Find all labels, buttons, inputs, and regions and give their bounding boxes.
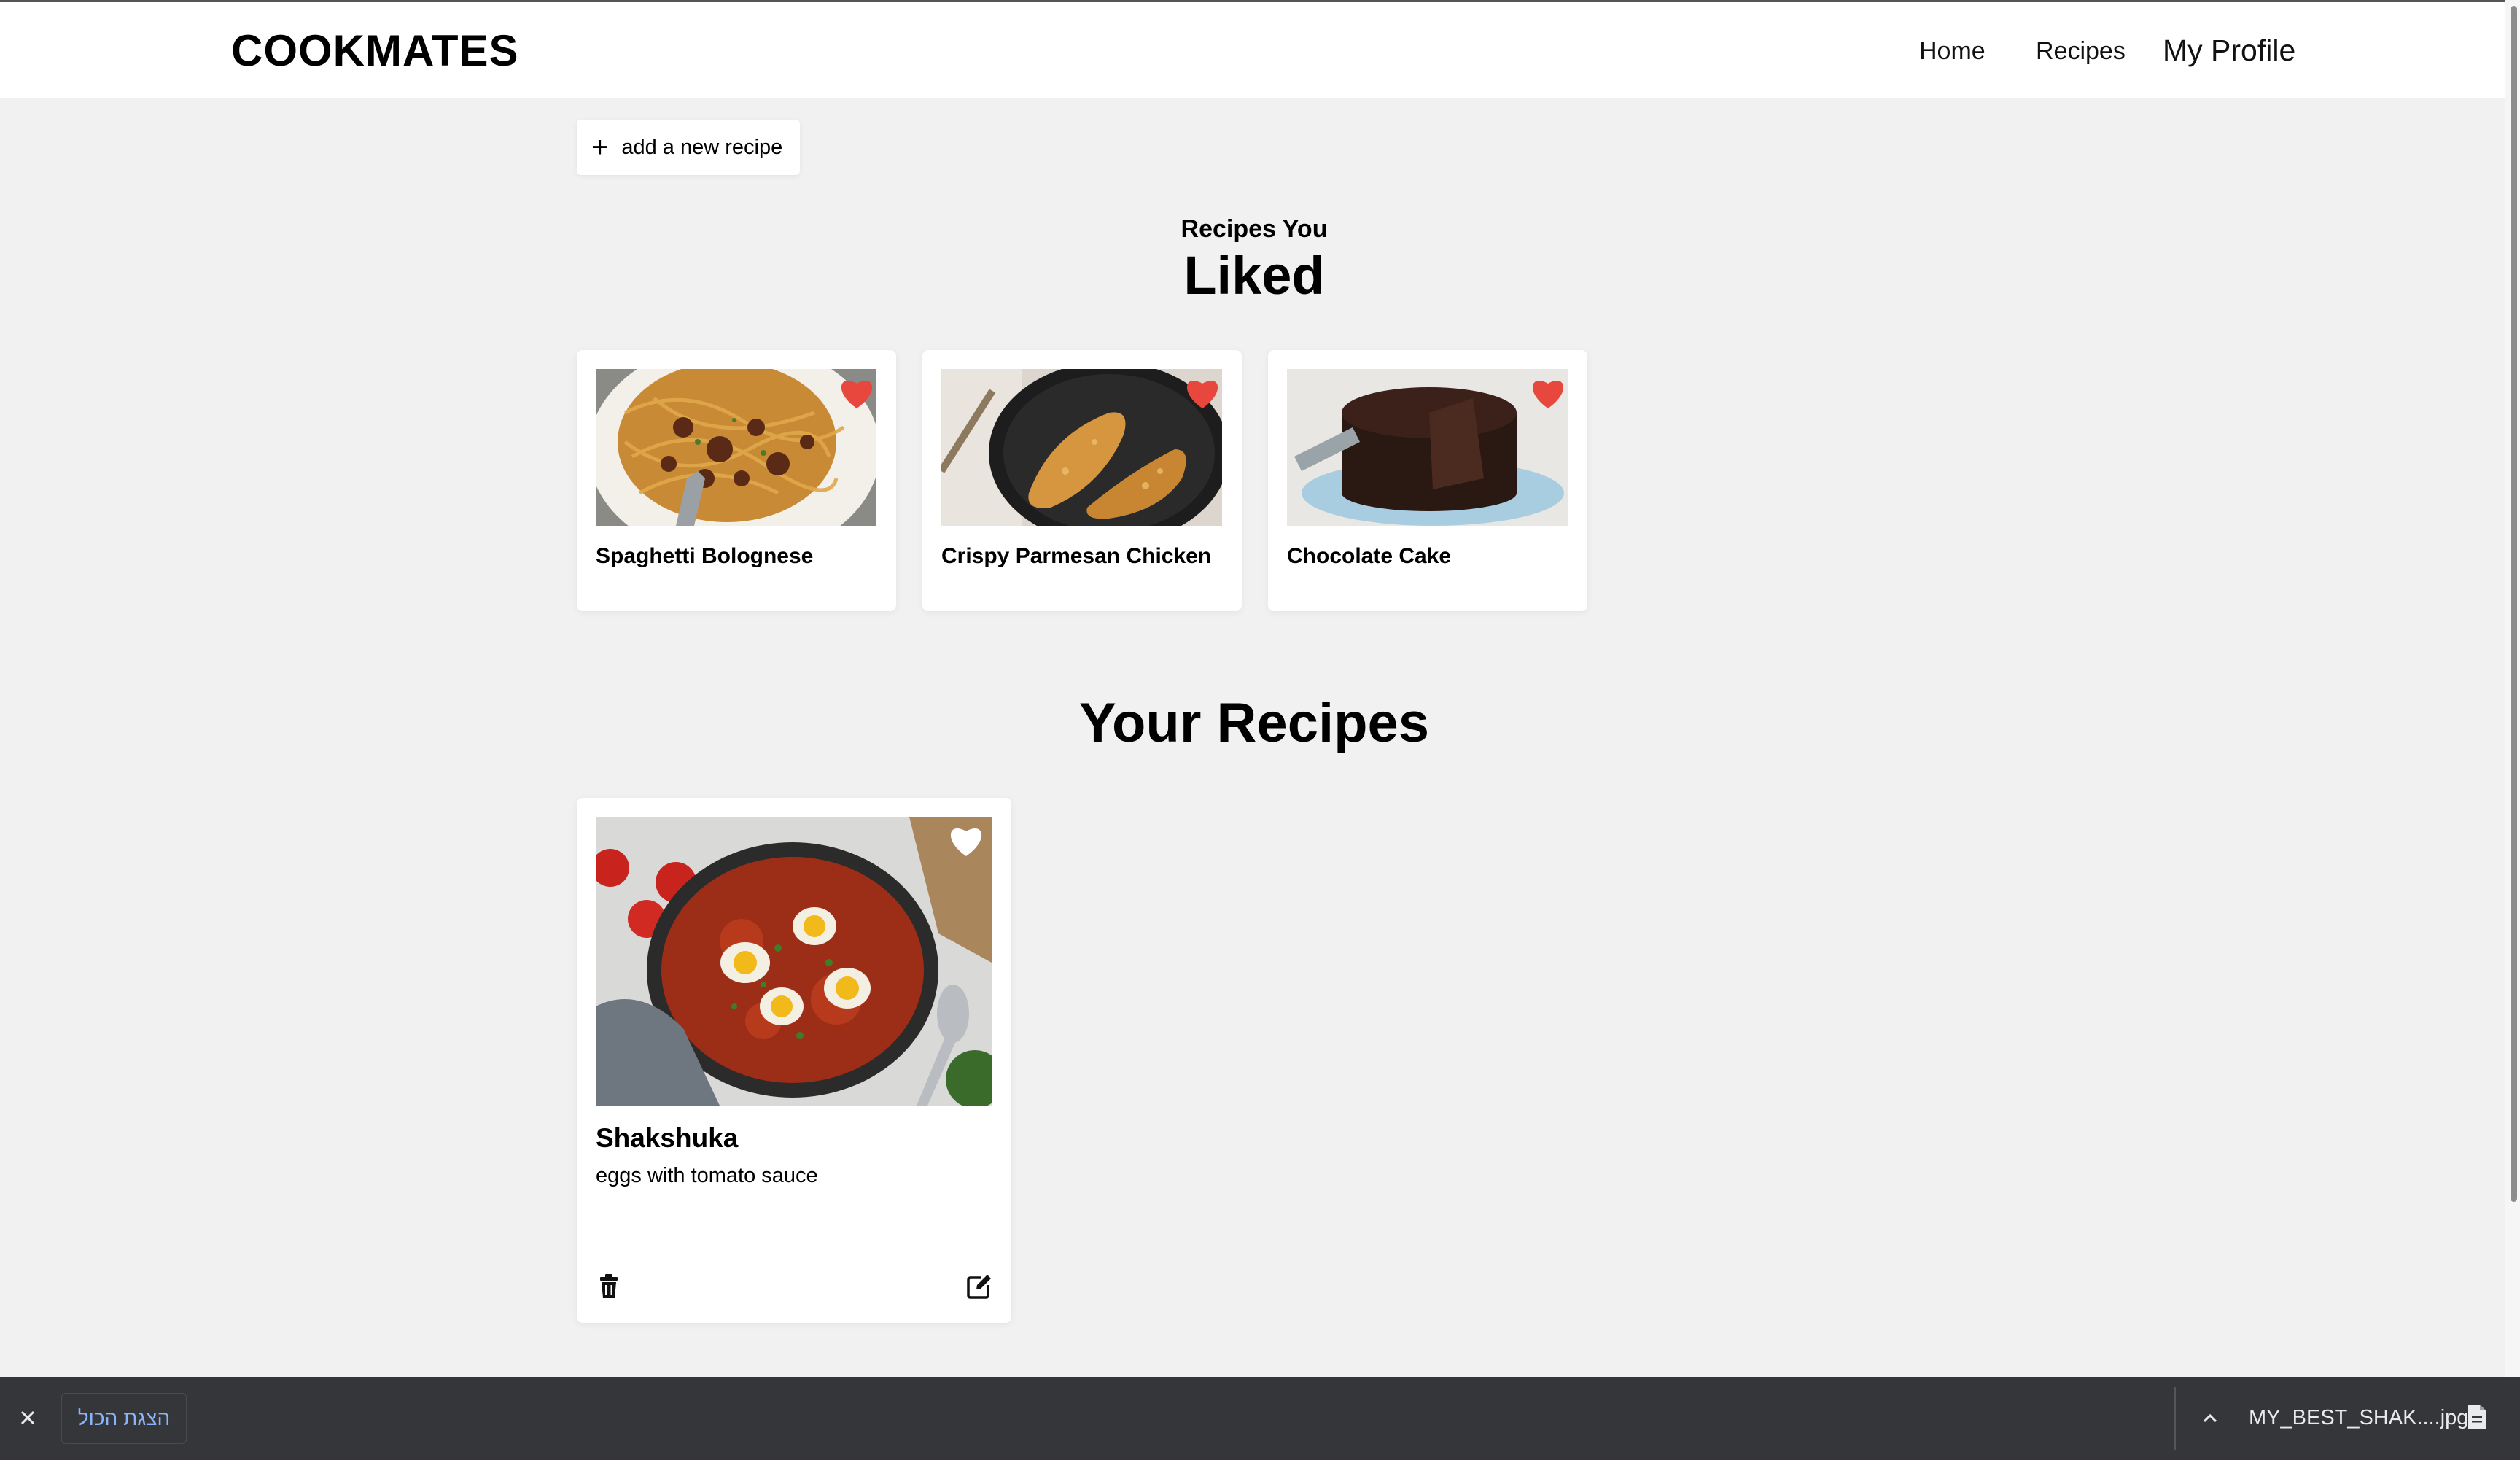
recipe-image-spaghetti	[596, 369, 876, 526]
recipe-image-shakshuka	[596, 817, 992, 1106]
site-logo[interactable]: COOKMATES	[231, 26, 519, 76]
heart-icon[interactable]	[1529, 376, 1567, 410]
downloaded-file-name[interactable]: MY_BEST_SHAK....jpg	[2249, 1406, 2468, 1430]
chevron-up-icon[interactable]	[2198, 1406, 2222, 1431]
add-recipe-button[interactable]: + add a new recipe	[577, 120, 800, 175]
nav-profile-link[interactable]: My Profile	[2163, 34, 2295, 68]
trash-icon[interactable]	[596, 1273, 622, 1300]
liked-recipe-card[interactable]: Chocolate Cake	[1268, 350, 1587, 611]
recipe-description: eggs with tomato sauce	[596, 1164, 818, 1187]
your-recipes-title: Your Recipes	[1078, 692, 1430, 754]
recipe-image-cake	[1287, 369, 1568, 526]
liked-recipe-card[interactable]: Crispy Parmesan Chicken	[922, 350, 1242, 611]
plus-icon: +	[591, 131, 609, 163]
recipe-image-chicken	[941, 369, 1222, 526]
your-recipe-card[interactable]: Shakshuka eggs with tomato sauce	[577, 798, 1011, 1323]
heart-icon[interactable]	[947, 824, 985, 858]
show-all-downloads-button[interactable]: הצגת הכול	[61, 1393, 187, 1444]
close-icon[interactable]	[16, 1406, 39, 1429]
download-bar-divider	[2174, 1387, 2176, 1450]
recipe-name: Chocolate Cake	[1287, 544, 1452, 568]
heart-icon[interactable]	[838, 376, 876, 410]
edit-icon[interactable]	[966, 1273, 992, 1300]
nav-recipes-link[interactable]: Recipes	[2036, 37, 2126, 66]
recipe-name: Spaghetti Bolognese	[596, 544, 814, 568]
recipe-name: Shakshuka	[596, 1123, 739, 1153]
liked-recipe-card[interactable]: Spaghetti Bolognese	[577, 350, 896, 611]
file-icon	[2468, 1405, 2486, 1429]
scrollbar-thumb[interactable]	[2511, 6, 2517, 1202]
download-bar: הצגת הכול MY_BEST_SHAK....jpg	[0, 1377, 2520, 1460]
nav-home-link[interactable]: Home	[1919, 37, 1986, 66]
liked-section-title: Liked	[1183, 245, 1325, 306]
heart-icon[interactable]	[1183, 376, 1221, 410]
recipe-name: Crispy Parmesan Chicken	[941, 544, 1212, 568]
add-recipe-label: add a new recipe	[621, 135, 783, 159]
liked-section-subtitle: Recipes You	[1181, 215, 1328, 243]
site-header: COOKMATES Home Recipes My Profile	[0, 2, 2520, 98]
